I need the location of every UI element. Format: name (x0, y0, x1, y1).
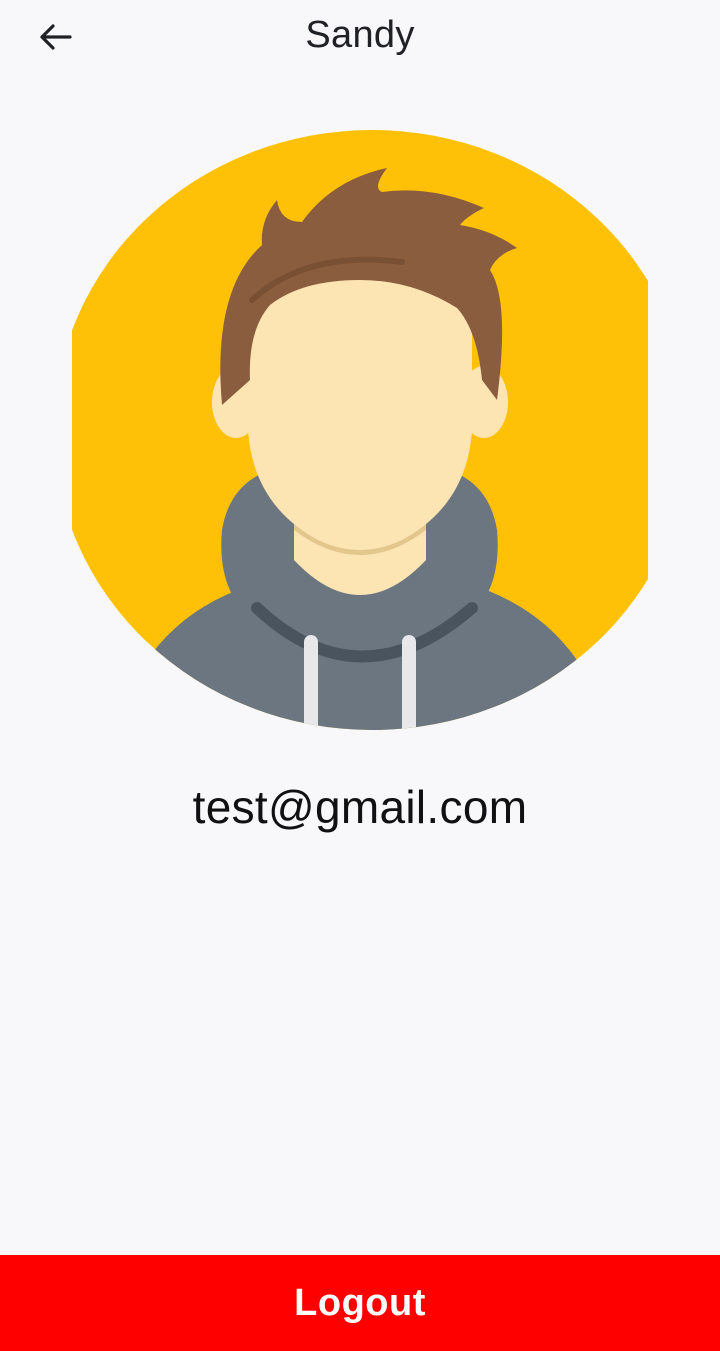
user-avatar-illustration (72, 130, 648, 730)
app-bar: Sandy (0, 0, 720, 80)
logout-button[interactable]: Logout (0, 1255, 720, 1351)
avatar (72, 130, 648, 732)
page-title: Sandy (305, 14, 415, 56)
email-text: test@gmail.com (192, 781, 528, 833)
